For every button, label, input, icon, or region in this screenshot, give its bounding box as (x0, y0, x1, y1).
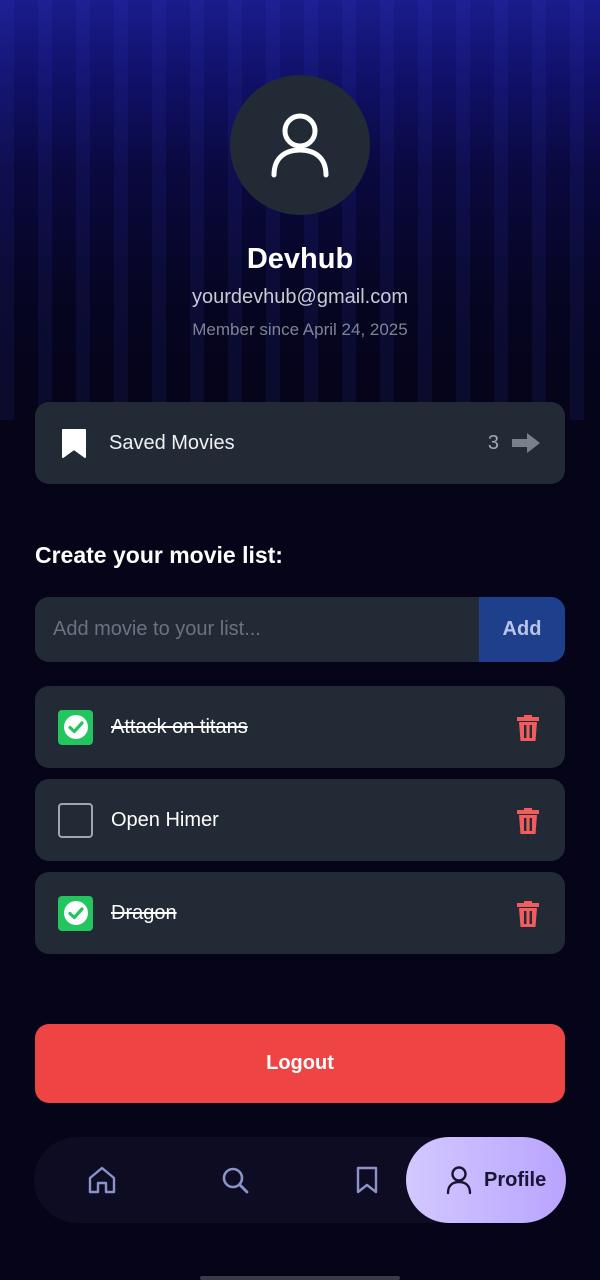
list-item: Dragon (35, 872, 565, 954)
profile-name: Devhub (246, 243, 354, 275)
delete-button[interactable] (515, 898, 541, 928)
trash-icon (517, 901, 539, 927)
bottom-nav: Profile (34, 1137, 566, 1223)
movie-title: Dragon (111, 901, 177, 924)
delete-button[interactable] (515, 712, 541, 742)
logout-button[interactable]: Logout (35, 1024, 565, 1103)
nav-home[interactable] (82, 1137, 122, 1223)
home-indicator (200, 1276, 400, 1280)
movie-title: Open Himer (111, 808, 219, 831)
movie-title: Attack on titans (111, 715, 248, 738)
list-item: Attack on titans (35, 686, 565, 768)
home-icon (88, 1166, 116, 1194)
trash-icon (517, 715, 539, 741)
check-circle-icon (63, 715, 88, 739)
checkbox-checked[interactable] (58, 709, 93, 745)
arrow-right-icon (512, 433, 540, 453)
add-button[interactable]: Add (479, 597, 565, 662)
delete-button[interactable] (515, 805, 541, 835)
search-icon (222, 1167, 249, 1194)
add-movie-input[interactable] (35, 597, 479, 662)
movie-list-title: Create your movie list: (35, 542, 283, 568)
list-item: Open Himer (35, 779, 565, 861)
add-movie-form: Add (35, 597, 565, 662)
checkbox-checked[interactable] (58, 895, 93, 931)
user-icon (446, 1166, 472, 1195)
saved-movies-label: Saved Movies (109, 431, 235, 454)
nav-profile-label: Profile (484, 1168, 547, 1191)
member-since: Member since April 24, 2025 (192, 320, 408, 339)
bookmark-icon (356, 1166, 378, 1194)
saved-movies-count: 3 (487, 431, 499, 454)
check-circle-icon (63, 901, 88, 925)
nav-saved[interactable] (347, 1137, 387, 1223)
avatar (230, 75, 370, 215)
saved-movies-card[interactable]: Saved Movies 3 (35, 402, 565, 484)
nav-profile[interactable]: Profile (406, 1137, 566, 1223)
profile-screen: Devhub yourdevhub@gmail.com Member since… (0, 0, 600, 1280)
user-icon (271, 113, 329, 178)
profile-email: yourdevhub@gmail.com (192, 286, 408, 308)
bookmark-icon (62, 429, 86, 458)
trash-icon (517, 808, 539, 834)
checkbox-unchecked[interactable] (58, 802, 93, 838)
nav-search[interactable] (215, 1137, 255, 1223)
